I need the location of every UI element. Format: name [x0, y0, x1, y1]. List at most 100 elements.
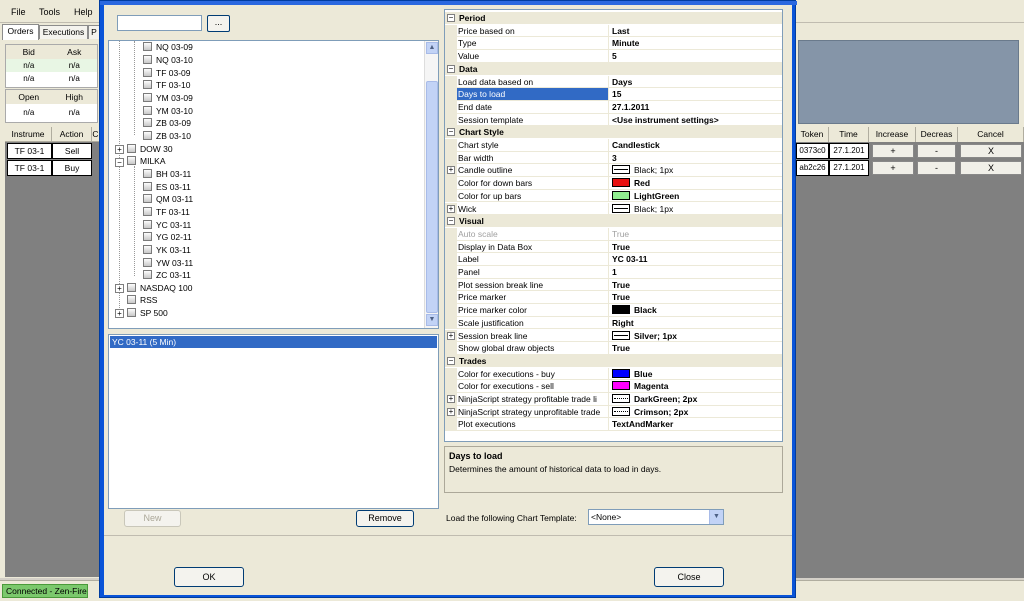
tree-item-instrument[interactable]: TF 03-10 [143, 79, 191, 91]
property-row[interactable]: Session template <Use instrument setting… [445, 113, 782, 127]
tree-item-instrument[interactable]: NQ 03-09 [143, 41, 193, 53]
property-row[interactable]: Plot executions TextAndMarker [445, 418, 782, 432]
order-instrument[interactable]: TF 03-1 [7, 143, 52, 159]
property-value[interactable]: True [610, 279, 782, 291]
property-row[interactable]: Price marker True [445, 291, 782, 305]
property-value[interactable]: True [610, 241, 782, 253]
increase-header[interactable]: Increase [869, 127, 916, 142]
collapse-icon[interactable]: − [447, 128, 455, 137]
expand-icon[interactable]: + [115, 145, 124, 154]
tree-item-instrument[interactable]: YM 03-10 [143, 105, 193, 117]
tree-item-list[interactable]: NASDAQ 100 [127, 282, 192, 294]
collapse-icon[interactable]: − [447, 217, 455, 226]
category-trades[interactable]: − Trades [445, 354, 782, 367]
increase-button[interactable]: + [872, 161, 914, 175]
scroll-down-icon[interactable]: ▼ [426, 314, 438, 326]
property-row[interactable]: Type Minute [445, 37, 782, 51]
tree-item-list[interactable]: DOW 30 [127, 143, 173, 155]
property-row[interactable]: + Wick Black; 1px [445, 202, 782, 216]
ok-button[interactable]: OK [174, 567, 244, 587]
property-row[interactable]: Price based on Last [445, 24, 782, 38]
property-value[interactable]: DarkGreen; 2px [610, 393, 782, 405]
close-button[interactable]: Close [654, 567, 724, 587]
tree-scrollbar[interactable]: ▲ ▼ [424, 41, 438, 328]
property-value[interactable]: Red [610, 177, 782, 189]
tree-item-instrument[interactable]: QM 03-11 [143, 193, 193, 205]
order-token[interactable]: ab2c26 [796, 160, 829, 176]
cancel-order-button[interactable]: X [960, 161, 1022, 175]
new-button[interactable]: New [124, 510, 181, 527]
property-value[interactable]: 27.1.2011 [610, 101, 782, 113]
property-value[interactable]: True [610, 342, 782, 354]
property-row[interactable]: End date 27.1.2011 [445, 100, 782, 114]
property-row[interactable]: Color for up bars LightGreen [445, 189, 782, 203]
tree-item-instrument[interactable]: ES 03-11 [143, 181, 191, 193]
property-row[interactable]: Plot session break line True [445, 278, 782, 292]
instrument-search-input[interactable] [117, 15, 202, 31]
property-value[interactable]: LightGreen [610, 190, 782, 202]
decrease-header[interactable]: Decreas [916, 127, 958, 142]
property-row[interactable]: Color for down bars Red [445, 177, 782, 190]
time-header[interactable]: Time [829, 127, 869, 142]
decrease-button[interactable]: - [917, 144, 956, 158]
order-time[interactable]: 27.1.201 [829, 143, 869, 159]
action-header[interactable]: Action [52, 127, 92, 142]
property-value[interactable]: Candlestick [610, 139, 782, 151]
chevron-down-icon[interactable]: ▼ [709, 510, 723, 524]
tab-orders[interactable]: Orders [2, 24, 39, 40]
menu-tools[interactable]: Tools [39, 7, 60, 17]
tree-item-instrument[interactable]: BH 03-11 [143, 168, 191, 180]
property-row[interactable]: Scale justification Right [445, 316, 782, 330]
property-value[interactable]: 1 [610, 266, 782, 278]
increase-button[interactable]: + [872, 144, 914, 158]
menu-file[interactable]: File [11, 7, 26, 17]
collapse-icon[interactable]: − [115, 157, 124, 167]
expand-icon[interactable]: + [447, 166, 455, 175]
tree-item-instrument[interactable]: ZB 03-10 [143, 130, 191, 142]
property-value[interactable]: Minute [610, 37, 782, 49]
category-data[interactable]: − Data [445, 62, 782, 75]
expand-icon[interactable]: + [447, 407, 455, 416]
tree-item-list[interactable]: SP 500 [127, 307, 168, 319]
property-row[interactable]: + Candle outline Black; 1px [445, 164, 782, 178]
property-row[interactable]: Price marker color Black [445, 304, 782, 317]
expand-icon[interactable]: + [447, 395, 455, 403]
data-series-item[interactable]: YC 03-11 (5 Min) [110, 336, 437, 348]
property-value[interactable]: Silver; 1px [610, 330, 782, 342]
instrument-search-button[interactable]: ... [207, 15, 230, 32]
tree-item-instrument[interactable]: YG 02-11 [143, 231, 192, 243]
tree-item-list[interactable]: RSS [127, 294, 157, 306]
scroll-up-icon[interactable]: ▲ [426, 42, 438, 54]
property-value[interactable]: Crimson; 2px [610, 406, 782, 418]
collapse-icon[interactable]: − [447, 14, 455, 22]
instrument-header[interactable]: Instrume [5, 127, 52, 142]
property-row[interactable]: Load data based on Days [445, 75, 782, 89]
order-action[interactable]: Buy [52, 160, 92, 176]
property-value[interactable]: Right [610, 317, 782, 329]
collapse-icon[interactable]: − [447, 356, 455, 365]
property-value[interactable]: 15 [610, 88, 782, 100]
tree-item-instrument[interactable]: ZC 03-11 [143, 269, 191, 281]
tree-item-instrument[interactable]: NQ 03-10 [143, 54, 193, 66]
property-row[interactable]: Chart style Candlestick [445, 139, 782, 152]
cancel-order-button[interactable]: X [960, 144, 1022, 158]
cancel-header[interactable]: Cancel [958, 127, 1024, 142]
order-instrument[interactable]: TF 03-1 [7, 160, 52, 176]
property-row[interactable]: Value 5 [445, 50, 782, 63]
property-row[interactable]: Color for executions - buy Blue [445, 367, 782, 381]
category-chart-style[interactable]: − Chart Style [445, 126, 782, 139]
category-visual[interactable]: − Visual [445, 215, 782, 228]
order-time[interactable]: 27.1.201 [829, 160, 869, 176]
property-row[interactable]: Panel 1 [445, 266, 782, 279]
property-row[interactable]: Label YC 03-11 [445, 253, 782, 266]
property-value[interactable]: Blue [610, 368, 782, 380]
property-row[interactable]: Color for executions - sell Magenta [445, 380, 782, 393]
expand-icon[interactable]: + [115, 284, 124, 293]
property-value[interactable]: Days [610, 76, 782, 88]
property-value[interactable]: TextAndMarker [610, 418, 782, 430]
property-value[interactable]: Magenta [610, 380, 782, 392]
property-value[interactable]: 3 [610, 152, 782, 164]
tree-item-list[interactable]: MILKA [127, 155, 166, 167]
tree-item-instrument[interactable]: TF 03-11 [143, 206, 190, 218]
tree-item-instrument[interactable]: YW 03-11 [143, 257, 193, 269]
